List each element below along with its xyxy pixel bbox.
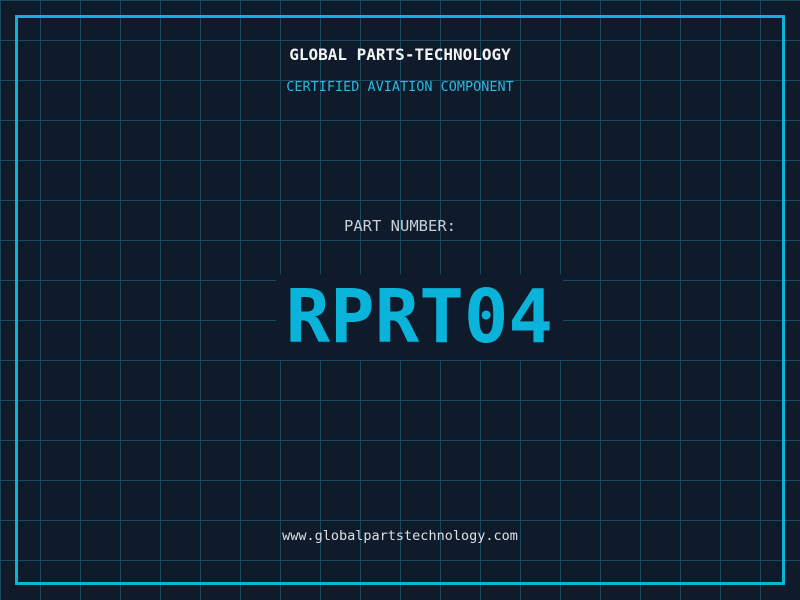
part-number-label: PART NUMBER: [344, 217, 456, 235]
part-number-row: RPRT04 [0, 255, 800, 379]
part-number-value: RPRT04 [275, 274, 563, 360]
certification-line: CERTIFIED AVIATION COMPONENT [286, 79, 514, 95]
label-placard: GLOBAL PARTS-TECHNOLOGY CERTIFIED AVIATI… [0, 0, 800, 600]
website-url: www.globalpartstechnology.com [282, 528, 518, 544]
company-name: GLOBAL PARTS-TECHNOLOGY [289, 45, 511, 64]
